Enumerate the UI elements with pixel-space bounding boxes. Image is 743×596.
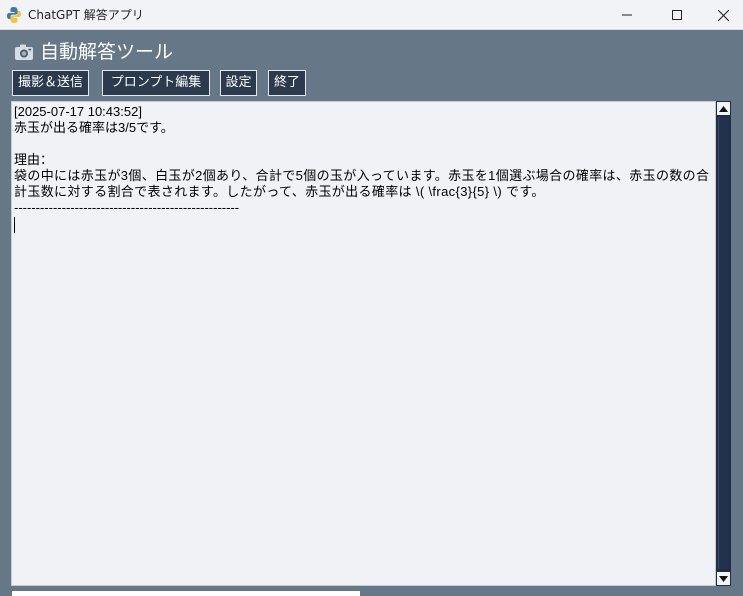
answer-line: 赤玉が出る確率は3/5です。	[14, 120, 174, 135]
text-cursor	[14, 217, 15, 233]
close-button[interactable]	[700, 0, 743, 30]
title-bar[interactable]: ChatGPT 解答アプリ	[0, 0, 743, 30]
window-title: ChatGPT 解答アプリ	[28, 8, 144, 22]
vertical-scrollbar[interactable]	[716, 101, 731, 586]
scroll-up-button[interactable]	[717, 102, 730, 115]
output-textarea[interactable]: [2025-07-17 10:43:52] 赤玉が出る確率は3/5です。 理由：…	[11, 101, 716, 586]
output-text: [2025-07-17 10:43:52] 赤玉が出る確率は3/5です。 理由：…	[14, 104, 714, 233]
page-title: 自動解答ツール	[40, 41, 174, 63]
reason-label: 理由：	[14, 152, 54, 167]
arrow-up-icon	[719, 105, 728, 112]
prompt-edit-button[interactable]: プロンプト編集	[102, 70, 210, 96]
separator-line: ----------------------------------------…	[14, 200, 240, 215]
tool-header: 自動解答ツール	[14, 40, 173, 64]
minimize-button[interactable]	[604, 0, 650, 30]
capture-send-button[interactable]: 撮影＆送信	[12, 70, 89, 96]
maximize-button[interactable]	[654, 0, 700, 30]
exit-button[interactable]: 終了	[268, 70, 306, 96]
camera-icon	[15, 44, 33, 60]
scroll-thumb[interactable]	[718, 117, 729, 569]
minimize-icon	[622, 14, 632, 16]
maximize-icon	[672, 10, 682, 20]
bottom-strip	[12, 591, 360, 596]
close-icon	[717, 9, 729, 21]
settings-button[interactable]: 設定	[220, 70, 257, 96]
python-app-icon	[7, 7, 21, 23]
arrow-down-icon	[719, 575, 728, 582]
scroll-down-button[interactable]	[717, 572, 730, 585]
timestamp-line: [2025-07-17 10:43:52]	[14, 104, 142, 119]
reason-text: 袋の中には赤玉が3個、白玉が2個あり、合計で5個の玉が入っています。赤玉を1個選…	[14, 168, 710, 199]
